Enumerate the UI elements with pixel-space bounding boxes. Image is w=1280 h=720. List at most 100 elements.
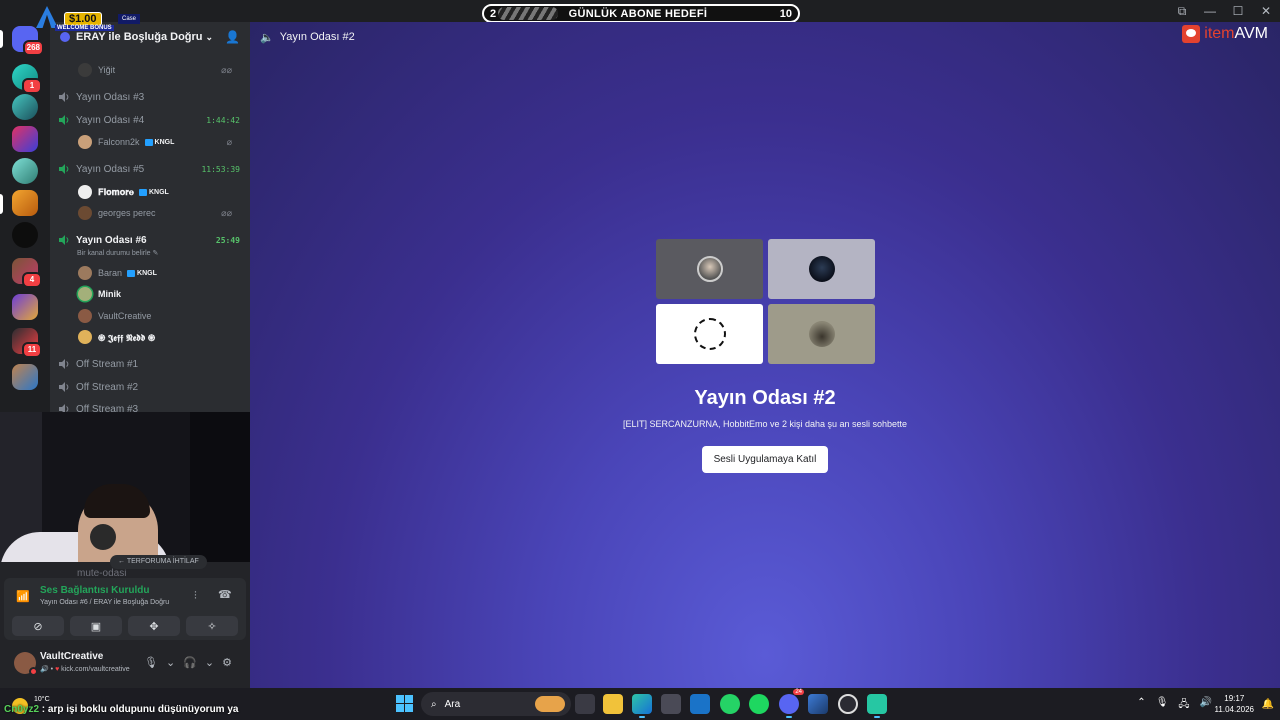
voice-channel[interactable]: Yayın Odası #3 [58, 88, 246, 106]
obs-icon[interactable] [838, 694, 858, 714]
chevron-down-icon[interactable]: ⌄ [166, 656, 175, 669]
voice-status-subtitle[interactable]: Yayın Odası #6 / ERAY ile Boşluğa Doğru [40, 599, 169, 606]
screen-share-icon[interactable]: ⧉ [1168, 0, 1196, 22]
voice-channel[interactable]: Yayın Odası #5 11:53:39 [58, 160, 246, 178]
room-participants-text: [ELIT] SERCANZURNA, HobbitEmo ve 2 kişi … [622, 419, 908, 429]
tag-label: KNGL [154, 138, 175, 146]
voice-user[interactable]: ֎ 𝕵𝖊𝖋𝖋 𝕹𝖊𝖉𝖉 ֎ [78, 328, 244, 346]
avatar [78, 309, 92, 323]
soundboard-button[interactable]: ✧ [186, 616, 238, 636]
signal-icon[interactable]: 📶 [16, 590, 32, 606]
settings-gear-icon[interactable]: ⚙ [222, 656, 232, 669]
participant-avatar [696, 256, 723, 282]
search-label: Ara [444, 698, 461, 710]
taskbar-search[interactable]: ⌕ Ara [421, 692, 571, 716]
voice-channel[interactable]: Off Stream #1 [58, 355, 246, 373]
discord-icon[interactable]: 24 [779, 689, 804, 718]
store-icon[interactable] [661, 694, 681, 714]
speaker-icon [59, 359, 69, 369]
server-icon-6[interactable] [12, 222, 38, 248]
room-title: Yayın Odası #2 [694, 387, 836, 409]
folder-badge: 11 [22, 342, 42, 358]
subscriber-goal-bar: 2 GÜNLÜK ABONE HEDEFİ 10 [482, 4, 800, 23]
voice-status-title[interactable]: Ses Bağlantısı Kuruldu [40, 585, 149, 596]
maximize-button[interactable]: ☐ [1224, 0, 1252, 22]
spotify-icon[interactable] [749, 694, 769, 714]
microphone-icon[interactable]: 🎙 [144, 656, 158, 669]
join-voice-button[interactable]: Sesli Uygulamaya Katıl [702, 446, 828, 473]
tag-icon [127, 269, 136, 277]
activities-button[interactable]: ✥ [128, 616, 180, 636]
server-folder-4[interactable] [12, 364, 38, 390]
server-icon-active[interactable] [12, 190, 38, 216]
noise-suppression-icon[interactable]: ⫶ [194, 590, 197, 603]
whatsapp-icon[interactable] [720, 694, 740, 714]
participant-tile[interactable] [656, 239, 763, 299]
chat-user: Cn0yz2 [4, 704, 40, 715]
notifications-icon[interactable]: 🔔 [1262, 699, 1274, 710]
chevron-up-icon[interactable]: ⌃ [1137, 697, 1145, 714]
voice-user[interactable]: VaultCreative [78, 307, 244, 325]
file-explorer-icon[interactable] [603, 694, 623, 714]
server-icon-staff[interactable] [12, 94, 38, 120]
participant-tile[interactable] [768, 239, 875, 299]
promo-text: WELCOME BONUS [55, 25, 114, 31]
voice-channel-view: 🔈 Yayın Odası #2 item AVM Yayın Odası #2 … [250, 22, 1280, 688]
set-channel-status[interactable]: Bir kanal durumu belirle ✎ [77, 249, 158, 257]
stream-chat-line: Cn0yz2 : arp işi boklu oldupunu düşünüyo… [4, 704, 238, 715]
voice-channel[interactable]: Yayın Odası #4 1:44:42 [58, 111, 246, 129]
voice-action-buttons: ⊘ ▣ ✥ ✧ [12, 616, 238, 636]
voice-user[interactable]: Falconn2k KNGL ⌀ [78, 133, 244, 151]
chevron-down-icon[interactable]: ⌄ [205, 656, 214, 669]
screen-share-button[interactable]: ▣ [70, 616, 122, 636]
voice-user[interactable]: georges perec ⌀⌀ [78, 204, 244, 222]
speaker-icon [59, 92, 69, 102]
app-icon[interactable] [808, 694, 828, 714]
server-folder-2[interactable] [12, 294, 38, 320]
server-folder-1[interactable]: 4 [12, 258, 42, 288]
goal-progress-stripe [498, 7, 558, 20]
server-icon-3[interactable] [12, 126, 38, 152]
disconnect-icon[interactable]: ☎ [218, 588, 232, 601]
channel-title: Yayın Odası #2 [279, 31, 355, 43]
voice-user-speaking[interactable]: Minik [78, 285, 244, 303]
participant-avatar [808, 256, 835, 282]
invite-people-icon[interactable]: 👤 [225, 30, 240, 44]
my-avatar[interactable] [14, 652, 38, 676]
system-tray: ⌃ 🎙 🖧 🔊 [1137, 697, 1212, 714]
voice-channel[interactable]: Off Stream #3 [58, 400, 246, 412]
user-name: Yiğit [98, 65, 116, 75]
avatar [78, 287, 92, 301]
participant-tile[interactable] [768, 304, 875, 364]
streamer-webcam [0, 412, 270, 562]
close-button[interactable]: ✕ [1252, 0, 1280, 22]
participant-tile[interactable] [656, 304, 763, 364]
minimize-button[interactable]: — [1196, 0, 1224, 22]
speaker-icon [59, 404, 69, 412]
my-username[interactable]: VaultCreative [40, 651, 103, 662]
volume-icon[interactable]: 🔊 [1200, 697, 1212, 714]
voice-channel-connected[interactable]: Yayın Odası #6 25:49 [58, 231, 246, 249]
server-icon-1[interactable]: 1 [12, 64, 42, 94]
voice-user[interactable]: Baran KNGL [78, 264, 244, 282]
start-button[interactable] [396, 695, 413, 712]
edge-icon[interactable] [632, 694, 652, 718]
server-icon-4[interactable] [12, 158, 38, 184]
voice-user[interactable]: 𝐅𝐥𝐨𝐦𝐨𝐫𝐞 KNGL [78, 183, 244, 201]
headphones-icon [90, 524, 116, 550]
goal-title: GÜNLÜK ABONE HEDEFİ [568, 7, 708, 20]
server-folder-3[interactable]: 11 [12, 328, 42, 358]
system-clock[interactable]: 19:17 11.04.2026 [1215, 693, 1254, 715]
voice-channel[interactable]: Off Stream #2 [58, 378, 246, 396]
voice-user[interactable]: Yiğit ⌀⌀ [78, 61, 244, 79]
task-view-icon[interactable] [575, 694, 595, 714]
chat-app-icon[interactable] [867, 694, 887, 718]
chevron-down-icon: ⌄ [205, 31, 214, 42]
headphones-icon[interactable]: 🎧 [183, 656, 197, 669]
user-name: 𝐅𝐥𝐨𝐦𝐨𝐫𝐞 [98, 186, 134, 197]
avatar [78, 185, 92, 199]
microphone-icon[interactable]: 🎙 [1156, 697, 1169, 714]
network-icon[interactable]: 🖧 [1178, 697, 1189, 714]
camera-off-button[interactable]: ⊘ [12, 616, 64, 636]
mail-icon[interactable] [690, 694, 710, 714]
